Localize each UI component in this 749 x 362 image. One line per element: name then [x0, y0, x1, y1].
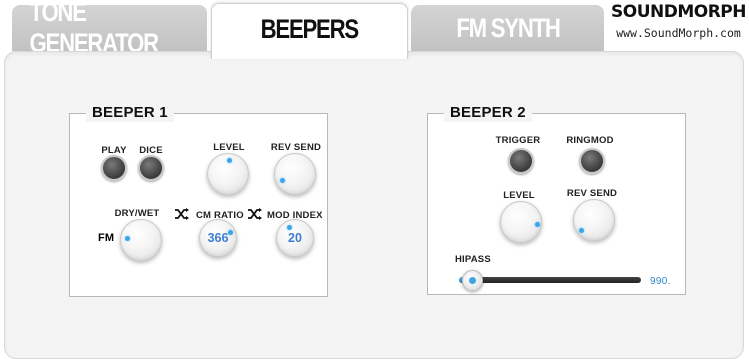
beeper1-rev-send-label: REV SEND — [270, 142, 322, 153]
beeper1-level-label: LEVEL — [213, 142, 245, 153]
ringmod-label: RINGMOD — [566, 135, 614, 146]
knob-indicator — [280, 178, 285, 183]
dry-wet-label: DRY/WET — [114, 208, 160, 219]
slider-thumb-indicator — [468, 277, 476, 284]
knob-indicator — [227, 158, 232, 163]
cm-ratio-knob[interactable]: 366 — [199, 219, 237, 257]
hipass-slider-thumb[interactable] — [461, 270, 483, 291]
beeper2-rev-send-knob[interactable] — [573, 199, 615, 241]
hipass-value: 990. — [650, 276, 671, 287]
beeper1-group: BEEPER 1 — [69, 104, 328, 297]
hipass-slider[interactable] — [459, 277, 641, 283]
shuffle-icon[interactable] — [248, 208, 262, 220]
beeper1-level-knob[interactable] — [207, 153, 249, 195]
trigger-button[interactable] — [508, 148, 534, 174]
dry-wet-knob[interactable] — [120, 219, 162, 261]
beeper2-group: BEEPER 2 — [427, 104, 686, 295]
knob-indicator — [579, 228, 584, 233]
hipass-label: HIPASS — [455, 254, 491, 265]
play-button[interactable] — [101, 155, 127, 181]
mod-index-value: 20 — [288, 231, 302, 245]
beeper1-title: BEEPER 1 — [86, 104, 174, 122]
dice-button[interactable] — [138, 155, 164, 181]
beeper2-level-label: LEVEL — [503, 190, 535, 201]
knob-indicator — [125, 236, 130, 241]
beeper2-rev-send-label: REV SEND — [566, 188, 618, 199]
shuffle-icon[interactable] — [175, 208, 189, 220]
knob-indicator — [535, 222, 540, 227]
mod-index-knob[interactable]: 20 — [276, 219, 314, 257]
trigger-label: TRIGGER — [495, 135, 541, 146]
beeper2-level-knob[interactable] — [500, 201, 542, 243]
beeper2-title: BEEPER 2 — [444, 104, 532, 122]
beeper1-rev-send-knob[interactable] — [274, 153, 316, 195]
knob-indicator — [287, 225, 292, 230]
fm-label: FM — [98, 232, 115, 244]
ringmod-button[interactable] — [579, 148, 605, 174]
cm-ratio-value: 366 — [207, 231, 229, 245]
